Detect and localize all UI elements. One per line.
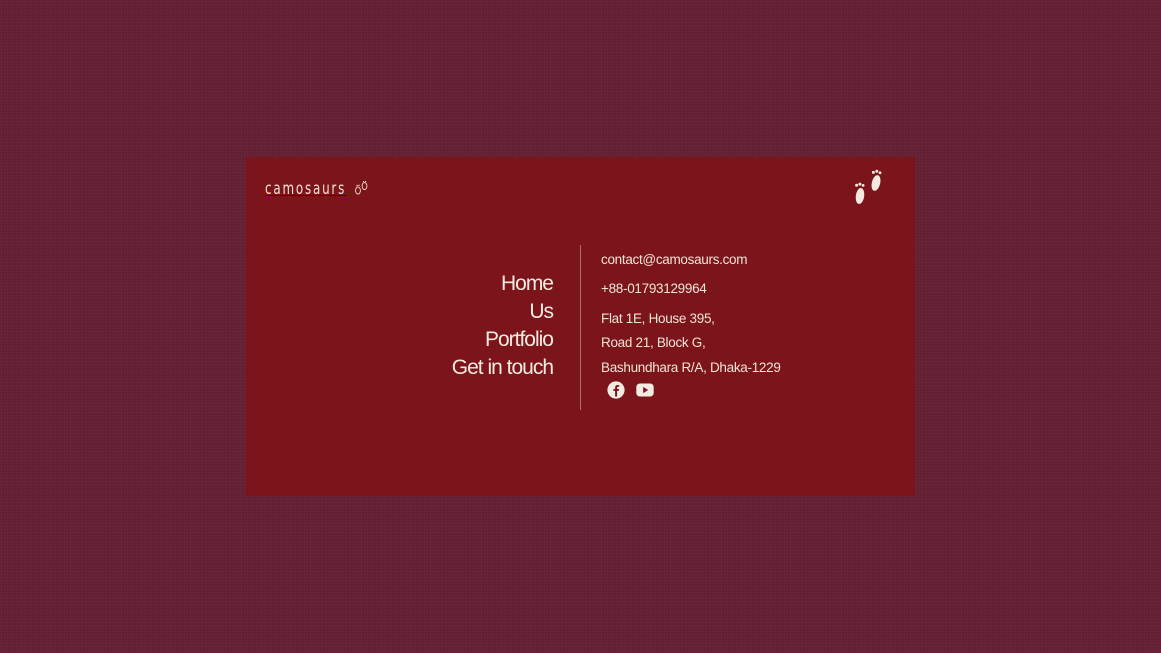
social-links (607, 381, 654, 402)
address-line: Flat 1E, House 395, (601, 311, 715, 326)
address-line: Bashundhara R/A, Dhaka-1229 (601, 360, 781, 375)
nav-get-in-touch-link[interactable]: Get in touch (452, 354, 554, 382)
footprints-icon (855, 169, 882, 204)
address-line: Road 21, Block G, (601, 335, 706, 350)
brand-logo[interactable]: camosaurs (265, 179, 369, 199)
divider (580, 245, 581, 410)
footer-card: camosaurs Home Us Portfolio Get in touch (246, 157, 915, 496)
facebook-link[interactable] (607, 381, 625, 402)
nav-us-link[interactable]: Us (452, 298, 554, 326)
youtube-icon (636, 383, 654, 397)
contact-email-link[interactable]: contact@camosaurs.com (601, 251, 748, 269)
footprints-icon (355, 181, 368, 195)
footer-nav: Home Us Portfolio Get in touch (452, 270, 554, 382)
nav-home-link[interactable]: Home (452, 270, 554, 298)
facebook-icon (607, 381, 625, 399)
nav-portfolio-link[interactable]: Portfolio (452, 326, 554, 354)
youtube-link[interactable] (636, 383, 654, 400)
logo-text: camosaurs (265, 179, 347, 199)
contact-phone-link[interactable]: +88-01793129964 (601, 280, 707, 298)
